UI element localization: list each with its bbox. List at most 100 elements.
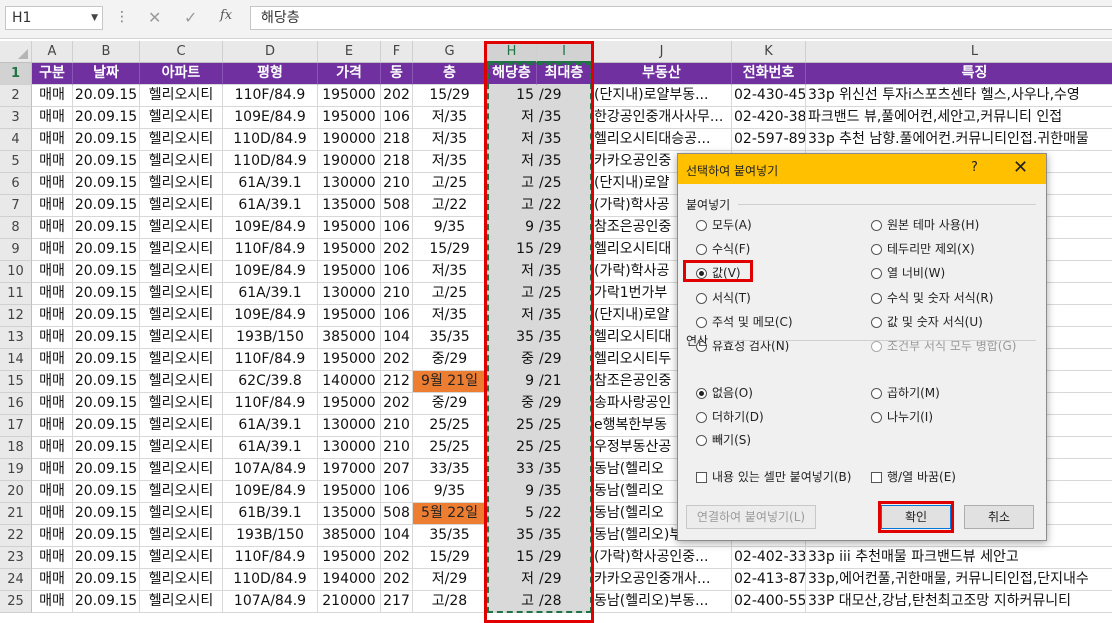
table-cell[interactable]: 고/28 (413, 591, 487, 613)
table-cell[interactable]: 20.09.15 (73, 459, 140, 481)
table-cell[interactable]: /25 (537, 173, 592, 195)
table-cell[interactable]: 저 (487, 305, 537, 327)
table-cell[interactable]: 110D/84.9 (223, 569, 318, 591)
row-header[interactable]: 14 (0, 349, 32, 371)
radio-option[interactable]: 곱하기(M) (871, 384, 940, 402)
table-cell[interactable]: 헬리오시티 (140, 129, 223, 151)
table-cell[interactable]: 중 (487, 393, 537, 415)
table-cell[interactable]: 202 (381, 393, 413, 415)
table-cell[interactable]: 25/25 (413, 415, 487, 437)
table-cell[interactable]: 헬리오시티 (140, 239, 223, 261)
table-cell[interactable]: 저/35 (413, 151, 487, 173)
table-cell[interactable]: 저 (487, 151, 537, 173)
table-cell[interactable]: 매매 (32, 195, 73, 217)
table-cell[interactable]: 195000 (318, 481, 381, 503)
radio-option[interactable]: 원본 테마 사용(H) (871, 216, 979, 234)
radio-option[interactable]: 나누기(I) (871, 408, 933, 426)
table-cell[interactable]: /29 (537, 569, 592, 591)
table-cell[interactable]: 저/35 (413, 107, 487, 129)
table-cell[interactable]: /25 (537, 415, 592, 437)
table-cell[interactable]: /35 (537, 217, 592, 239)
table-cell[interactable]: 매매 (32, 525, 73, 547)
table-cell[interactable]: /35 (537, 459, 592, 481)
table-cell[interactable]: 104 (381, 327, 413, 349)
table-cell[interactable]: 매매 (32, 151, 73, 173)
table-cell[interactable]: 20.09.15 (73, 239, 140, 261)
table-cell[interactable]: 매매 (32, 129, 73, 151)
table-cell[interactable]: 9/35 (413, 481, 487, 503)
help-icon[interactable]: ? (971, 160, 978, 175)
column-header-i[interactable]: I (537, 41, 592, 63)
table-cell[interactable]: 20.09.15 (73, 261, 140, 283)
radio-option[interactable]: 주석 및 메모(C) (696, 313, 793, 331)
table-cell[interactable]: 33p 위신선 투자i스포츠센타 헬스,사우나,수영 (806, 85, 1112, 107)
table-cell[interactable]: 20.09.15 (73, 173, 140, 195)
transpose-checkbox[interactable]: 행/열 바꿈(E) (871, 468, 956, 486)
table-cell[interactable]: 207 (381, 459, 413, 481)
table-cell[interactable]: 매매 (32, 569, 73, 591)
table-cell[interactable]: /29 (537, 547, 592, 569)
table-cell[interactable]: 35/35 (413, 525, 487, 547)
table-cell[interactable]: 20.09.15 (73, 327, 140, 349)
table-cell[interactable]: (단지내)로얄부동... (592, 85, 732, 107)
radio-option[interactable]: 값 및 숫자 서식(U) (871, 313, 983, 331)
table-cell[interactable]: 25/25 (413, 437, 487, 459)
table-cell[interactable]: 헬리오시티 (140, 547, 223, 569)
table-cell[interactable]: 195000 (318, 393, 381, 415)
table-cell[interactable]: 저 (487, 129, 537, 151)
table-cell[interactable]: 20.09.15 (73, 503, 140, 525)
table-cell[interactable]: 동남(헬리오)부동... (592, 591, 732, 613)
table-cell[interactable]: 헬리오시티 (140, 591, 223, 613)
row-header[interactable]: 11 (0, 283, 32, 305)
table-cell[interactable]: 15 (487, 85, 537, 107)
table-cell[interactable]: 130000 (318, 437, 381, 459)
table-cell[interactable]: /22 (537, 195, 592, 217)
row-header[interactable]: 17 (0, 415, 32, 437)
radio-option[interactable]: 빼기(S) (696, 431, 751, 449)
table-cell[interactable]: 중/29 (413, 349, 487, 371)
table-cell[interactable]: 카카오공인중개사... (592, 569, 732, 591)
table-cell[interactable]: 헬리오시티 (140, 349, 223, 371)
table-cell[interactable]: 매매 (32, 415, 73, 437)
table-cell[interactable]: 62C/39.8 (223, 371, 318, 393)
table-cell[interactable]: 헬리오시티 (140, 217, 223, 239)
table-cell[interactable]: 매매 (32, 393, 73, 415)
table-cell[interactable]: 107A/84.9 (223, 459, 318, 481)
table-cell[interactable]: 02-430-456 (732, 85, 806, 107)
more-options-icon[interactable]: ⋮ (115, 9, 129, 25)
table-cell[interactable]: 110F/84.9 (223, 393, 318, 415)
table-cell[interactable]: 헬리오시티 (140, 371, 223, 393)
table-cell[interactable]: 매매 (32, 547, 73, 569)
table-cell[interactable]: 110F/84.9 (223, 547, 318, 569)
insert-function-icon[interactable]: fx (220, 8, 232, 23)
table-cell[interactable]: 20.09.15 (73, 283, 140, 305)
table-cell[interactable]: 저/35 (413, 305, 487, 327)
table-cell[interactable]: 61A/39.1 (223, 283, 318, 305)
table-cell[interactable]: 헬리오시티 (140, 525, 223, 547)
table-cell[interactable]: 135000 (318, 503, 381, 525)
table-cell[interactable]: 고 (487, 195, 537, 217)
row-header[interactable]: 8 (0, 217, 32, 239)
table-cell[interactable]: 매매 (32, 173, 73, 195)
table-cell[interactable]: 197000 (318, 459, 381, 481)
table-cell[interactable]: 고 (487, 173, 537, 195)
table-cell[interactable]: 202 (381, 547, 413, 569)
table-cell[interactable]: 190000 (318, 151, 381, 173)
table-cell[interactable]: 20.09.15 (73, 525, 140, 547)
table-cell[interactable]: 20.09.15 (73, 547, 140, 569)
row-header[interactable]: 23 (0, 547, 32, 569)
radio-option[interactable]: 수식(F) (696, 240, 750, 258)
table-cell[interactable]: /35 (537, 481, 592, 503)
radio-option[interactable]: 수식 및 숫자 서식(R) (871, 289, 993, 307)
header-cell[interactable]: 구분 (32, 63, 73, 85)
paste-link-button[interactable]: 연결하여 붙여넣기(L) (686, 505, 816, 529)
row-header[interactable]: 7 (0, 195, 32, 217)
table-cell[interactable]: 02-413-87 (732, 569, 806, 591)
header-cell[interactable]: 특징 (806, 63, 1112, 85)
table-cell[interactable]: 212 (381, 371, 413, 393)
table-cell[interactable]: 109E/84.9 (223, 261, 318, 283)
table-cell[interactable]: 202 (381, 85, 413, 107)
table-cell[interactable]: 매매 (32, 327, 73, 349)
table-cell[interactable]: 고/22 (413, 195, 487, 217)
radio-option[interactable]: 서식(T) (696, 289, 751, 307)
